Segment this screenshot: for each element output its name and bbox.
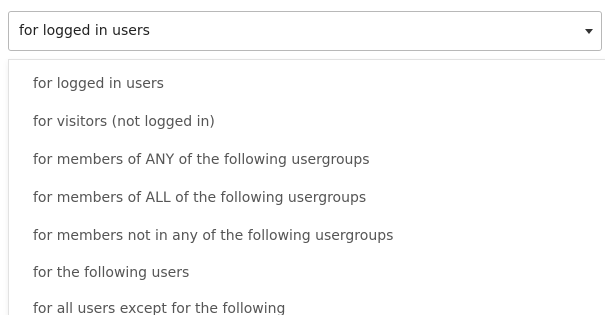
option-members-any-groups[interactable]: for members of ANY of the following user… (33, 149, 370, 171)
audience-select[interactable]: for logged in users (8, 11, 602, 51)
option-visitors[interactable]: for visitors (not logged in) (33, 111, 215, 133)
option-logged-in-users[interactable]: for logged in users (33, 73, 164, 95)
page-root: for logged in users for logged in users … (0, 0, 605, 315)
option-following-users[interactable]: for the following users (33, 262, 189, 284)
dropdown-menu: for logged in users for visitors (not lo… (8, 59, 605, 315)
caret-down-icon[interactable] (585, 29, 593, 34)
option-members-not-in-groups[interactable]: for members not in any of the following … (33, 225, 393, 247)
option-all-users-except[interactable]: for all users except for the following (33, 298, 285, 315)
selected-value: for logged in users (19, 23, 150, 39)
option-members-all-groups[interactable]: for members of ALL of the following user… (33, 187, 366, 209)
